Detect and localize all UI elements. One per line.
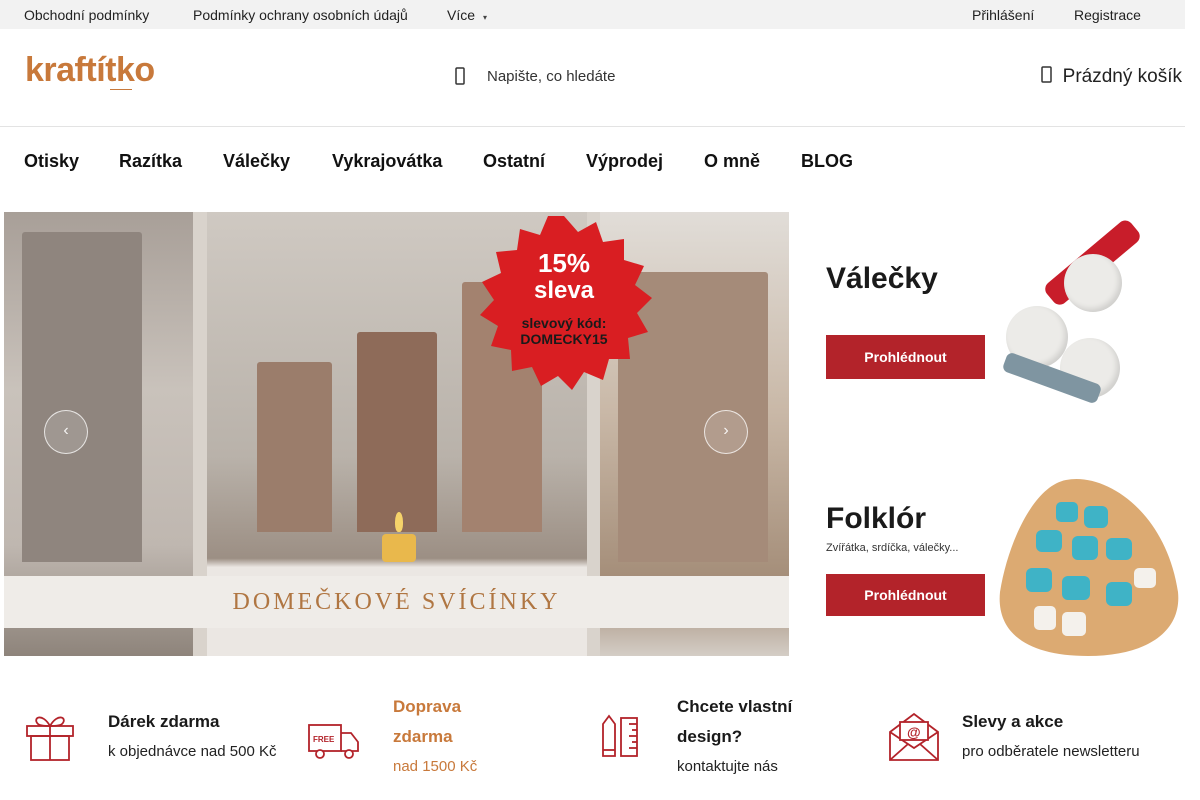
house-candle-image: [357, 332, 437, 532]
badge-percent: 15%: [537, 248, 591, 278]
feature-title-line1: Chcete vlastní: [677, 697, 793, 716]
side-banner-folklor[interactable]: Folklór Zvířátka, srdíčka, válečky... Pr…: [826, 470, 1181, 670]
cookie-cutters-board-image: [999, 478, 1179, 656]
search-icon[interactable]: [454, 66, 468, 86]
badge-code: DOMECKY15: [520, 331, 608, 347]
feature-newsletter[interactable]: @ Slevy a akce pro odběratele newsletter…: [888, 690, 1178, 790]
cart-button[interactable]: Prázdný košík: [1040, 66, 1182, 88]
nav-item-otisky[interactable]: Otisky: [24, 151, 79, 172]
badge-code-label: slevový kód:: [521, 315, 607, 331]
discount-badge-text: 15% sleva slevový kód: DOMECKY15: [474, 248, 654, 347]
hero-caption: DOMEČKOVÉ SVÍCÍNKY: [4, 576, 789, 628]
side-banner-subtitle: Zvířátka, srdíčka, válečky...: [826, 542, 959, 554]
feature-title: Dárek zdarma: [108, 712, 220, 731]
privacy-link[interactable]: Podmínky ochrany osobních údajů: [193, 7, 408, 23]
browse-button[interactable]: Prohlédnout: [826, 574, 985, 616]
nav-item-vyprodej[interactable]: Výprodej: [586, 151, 663, 172]
slider-prev-button[interactable]: ‹: [44, 410, 88, 454]
cart-label: Prázdný košík: [1062, 66, 1182, 87]
top-bar: Obchodní podmínky Podmínky ochrany osobn…: [0, 0, 1185, 29]
pencil-ruler-icon: [602, 714, 638, 757]
logo-underline: [110, 87, 132, 90]
nav-item-vykrajovatka[interactable]: Vykrajovátka: [332, 151, 442, 172]
clay-disc-image: [1064, 254, 1122, 312]
nav-item-ostatni[interactable]: Ostatní: [483, 151, 545, 172]
side-banner-title: Válečky: [826, 262, 938, 295]
chevron-down-icon: ▾: [483, 13, 488, 22]
logo[interactable]: kraftítko: [25, 51, 155, 90]
feature-title-line2: zdarma: [393, 727, 453, 746]
house-candle-image: [257, 362, 332, 532]
feature-custom-design[interactable]: Chcete vlastní design? kontaktujte nás: [598, 690, 868, 790]
feature-subtitle: k objednávce nad 500 Kč: [108, 743, 277, 760]
browse-button[interactable]: Prohlédnout: [826, 335, 985, 379]
badge-word: sleva: [533, 277, 595, 304]
feature-subtitle: kontaktujte nás: [677, 758, 778, 775]
terms-link[interactable]: Obchodní podmínky: [24, 7, 149, 23]
newsletter-envelope-icon: @: [889, 712, 939, 761]
main-nav: Otisky Razítka Válečky Vykrajovátka Osta…: [0, 127, 1185, 195]
feature-subtitle: nad 1500 Kč: [393, 758, 478, 775]
feature-subtitle: pro odběratele newsletteru: [962, 743, 1140, 760]
search-box[interactable]: Napište, co hledáte: [450, 65, 810, 89]
nav-item-blog[interactable]: BLOG: [801, 151, 853, 172]
search-input[interactable]: Napište, co hledáte: [487, 68, 615, 85]
free-delivery-truck-icon: FREE: [308, 724, 359, 759]
feature-title-line1: Doprava: [393, 697, 462, 716]
gift-icon: [26, 716, 74, 761]
slider-next-button[interactable]: ›: [704, 410, 748, 454]
login-link[interactable]: Přihlášení: [972, 7, 1034, 23]
site-header: kraftítko Napište, co hledáte Prázdný ko…: [0, 29, 1185, 127]
more-menu[interactable]: Více ▾: [447, 7, 487, 23]
house-candle-image: [22, 232, 142, 562]
cart-icon: [1040, 66, 1053, 84]
chevron-right-icon: ›: [723, 422, 729, 439]
nav-item-razitka[interactable]: Razítka: [119, 151, 182, 172]
feature-delivery[interactable]: FREE Doprava zdarma nad 1500 Kč: [308, 690, 578, 790]
candle-image: [382, 534, 416, 562]
feature-title: Slevy a akce: [962, 712, 1064, 731]
hero-slider[interactable]: 15% sleva slevový kód: DOMECKY15 DOMEČKO…: [4, 212, 789, 656]
rollers-image: [1001, 217, 1158, 408]
feature-gift[interactable]: Dárek zdarma k objednávce nad 500 Kč: [24, 690, 294, 790]
flame-image: [395, 512, 403, 532]
nav-item-valecky[interactable]: Válečky: [223, 151, 290, 172]
nav-item-o-mne[interactable]: O mně: [704, 151, 760, 172]
svg-text:@: @: [907, 724, 921, 740]
chevron-left-icon: ‹: [63, 422, 69, 439]
feature-title: Chcete vlastní design?: [677, 692, 792, 752]
register-link[interactable]: Registrace: [1074, 7, 1141, 23]
side-banner-valecky[interactable]: Válečky Prohlédnout: [826, 214, 1181, 414]
feature-title: Doprava zdarma: [393, 692, 461, 752]
more-label: Více: [447, 7, 476, 23]
feature-title-line2: design?: [677, 727, 743, 746]
free-badge: FREE: [313, 735, 335, 744]
side-banner-title: Folklór: [826, 502, 927, 535]
